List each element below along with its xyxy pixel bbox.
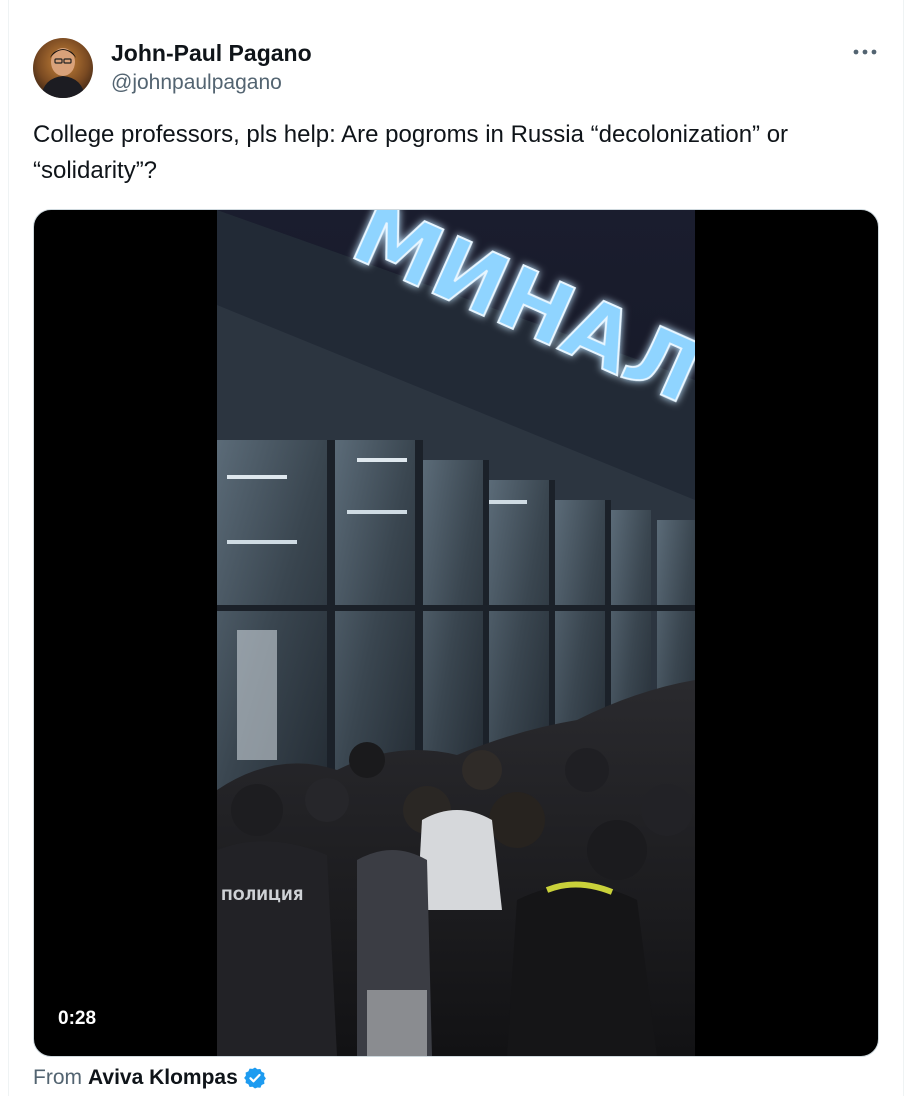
tweet-text: College professors, pls help: Are pogrom… — [33, 121, 789, 184]
video-duration: 0:28 — [48, 1004, 107, 1034]
author-name[interactable]: John-Paul Pagano — [111, 38, 312, 68]
video-frame: МИНАЛ В ТЕ П — [217, 210, 695, 1056]
author-avatar[interactable] — [33, 38, 93, 98]
video-player[interactable]: МИНАЛ В ТЕ П — [33, 209, 879, 1057]
jacket-text: ПОЛИЦИЯ — [221, 888, 303, 904]
tweet-card[interactable]: John-Paul Pagano @johnpaulpagano College… — [8, 0, 904, 1096]
verified-badge-icon — [243, 1066, 267, 1090]
video-thumbnail: МИНАЛ В ТЕ П — [217, 210, 695, 1056]
avatar-image — [33, 38, 93, 98]
source-attribution: From Aviva Klompas — [33, 1063, 267, 1093]
author-handle[interactable]: @johnpaulpagano — [111, 69, 282, 97]
more-options-icon — [853, 49, 877, 55]
source-prefix: From — [33, 1066, 82, 1089]
source-account-name[interactable]: Aviva Klompas — [88, 1063, 238, 1093]
more-options-button[interactable] — [845, 36, 885, 68]
